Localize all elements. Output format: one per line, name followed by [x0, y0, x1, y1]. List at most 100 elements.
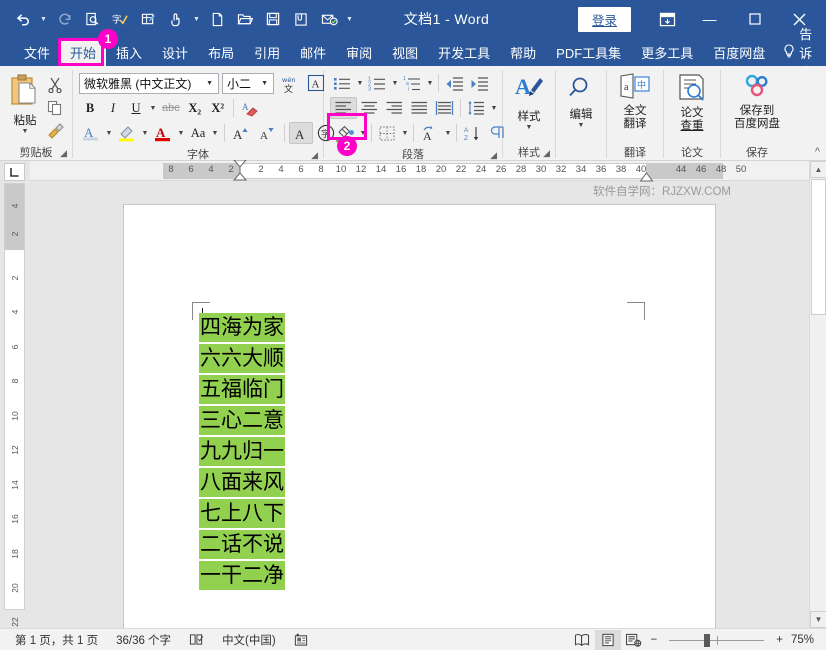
font-size-combo[interactable]: 小二 ▼ [222, 73, 274, 94]
tab-gengduogongju[interactable]: 更多工具 [631, 38, 703, 66]
accessibility-icon[interactable] [285, 633, 317, 647]
chevron-down-icon[interactable]: ▼ [256, 80, 273, 87]
strikethrough-button[interactable]: abc [159, 97, 183, 119]
asian-layout-icon[interactable]: A [417, 122, 443, 144]
text-line[interactable]: 六六大顺 [199, 348, 285, 369]
highlight-pen-icon[interactable] [115, 122, 139, 144]
highlight-pen-dropdown-icon[interactable]: ▼ [140, 130, 150, 137]
align-right-icon[interactable] [382, 97, 407, 119]
line-spacing-dropdown-icon[interactable]: ▼ [489, 105, 499, 112]
decrease-indent-icon[interactable] [442, 72, 467, 94]
shrink-font-icon[interactable]: A [255, 122, 280, 144]
tab-wenjian[interactable]: 文件 [14, 38, 60, 66]
underline-dropdown-icon[interactable]: ▼ [148, 105, 158, 112]
save-icon[interactable] [260, 6, 286, 32]
text-line[interactable]: 八面来风 [199, 472, 285, 493]
tab-buju[interactable]: 布局 [198, 38, 244, 66]
change-case-button[interactable]: Aa [187, 122, 209, 144]
cut-icon[interactable] [44, 74, 66, 96]
text-highlight-dropdown-icon[interactable]: ▼ [104, 130, 114, 137]
underline-button[interactable]: U [125, 97, 147, 119]
scrollbar-thumb[interactable] [811, 179, 826, 315]
zoom-in-button[interactable]: + [772, 634, 787, 646]
full-translate-button[interactable]: a 中 全文 翻译 [613, 71, 657, 131]
paste-dropdown-icon[interactable]: ▼ [20, 128, 30, 136]
open-icon[interactable] [232, 6, 258, 32]
thesis-check-button[interactable]: 论文 查重 [670, 71, 714, 131]
styles-dialog-launcher-icon[interactable]: ◢ [543, 148, 550, 159]
touch-mode-icon[interactable] [163, 6, 189, 32]
font-color-icon[interactable]: A [151, 122, 175, 144]
tab-sheji[interactable]: 设计 [152, 38, 198, 66]
chevron-down-icon[interactable]: ▼ [201, 80, 218, 87]
font-color-dropdown-icon[interactable]: ▼ [176, 130, 186, 137]
bullets-dropdown-icon[interactable]: ▼ [355, 80, 365, 87]
tab-kaifagongju[interactable]: 开发工具 [428, 38, 500, 66]
editing-dropdown-icon[interactable]: ▼ [576, 122, 586, 130]
superscript-button[interactable]: X² [207, 97, 229, 119]
text-line[interactable]: 五福临门 [199, 379, 285, 400]
scroll-down-icon[interactable]: ▼ [810, 611, 826, 628]
phonetic-guide-icon[interactable]: wén文 [277, 72, 301, 94]
view-read-mode-icon[interactable] [569, 630, 595, 650]
borders-dropdown-icon[interactable]: ▼ [400, 130, 410, 137]
font-dialog-launcher-icon[interactable]: ◢ [311, 150, 318, 161]
horizontal-ruler[interactable]: 8 6 4 2 2 4 6 8 10 12 14 16 18 20 22 24 … [30, 161, 809, 181]
align-left-icon[interactable] [330, 97, 357, 119]
multilevel-dropdown-icon[interactable]: ▼ [425, 80, 435, 87]
styles-button[interactable]: A 样式 ▼ [509, 71, 549, 139]
text-highlight-color-icon[interactable]: A [79, 122, 103, 144]
new-document-icon[interactable] [204, 6, 230, 32]
zoom-slider[interactable] [669, 633, 764, 647]
text-line[interactable]: 二话不说 [199, 534, 285, 555]
grow-font-icon[interactable]: A [229, 122, 254, 144]
clear-formatting-icon[interactable]: A [238, 97, 262, 119]
tab-stop-selector-button[interactable] [4, 163, 25, 181]
tab-shitu[interactable]: 视图 [382, 38, 428, 66]
bold-button[interactable]: B [79, 97, 101, 119]
clipboard-dialog-launcher-icon[interactable]: ◢ [60, 148, 67, 159]
character-shading-icon[interactable]: A [289, 122, 313, 144]
copy-icon[interactable] [44, 97, 66, 119]
ribbon-display-options-icon[interactable] [647, 0, 687, 38]
word-count[interactable]: 36/36 个字 [107, 632, 180, 648]
sort-icon[interactable]: AZ [460, 122, 485, 144]
styles-dropdown-icon[interactable]: ▼ [524, 124, 534, 132]
paste-button[interactable]: 粘贴 ▼ [6, 71, 44, 139]
paragraph-dialog-launcher-icon[interactable]: ◢ [490, 150, 497, 161]
document-text[interactable]: 四海为家 六六大顺 五福临门 三心二意 九九归一 八面来风 七上八下 二话不说 … [199, 317, 285, 596]
text-line[interactable]: 四海为家 [199, 317, 285, 338]
asian-layout-dropdown-icon[interactable]: ▼ [443, 130, 453, 137]
touch-mode-dropdown-icon[interactable]: ▼ [191, 6, 202, 32]
text-line[interactable]: 三心二意 [199, 410, 285, 431]
tab-youjian[interactable]: 邮件 [290, 38, 336, 66]
proofing-icon[interactable] [180, 633, 213, 646]
format-painter-icon[interactable] [44, 120, 66, 142]
line-spacing-icon[interactable] [464, 97, 489, 119]
editing-button[interactable]: 编辑 ▼ [562, 71, 600, 139]
italic-button[interactable]: I [102, 97, 124, 119]
zoom-slider-thumb[interactable] [704, 634, 710, 647]
text-line[interactable]: 九九归一 [199, 441, 285, 462]
distribute-icon[interactable] [432, 97, 457, 119]
scroll-up-icon[interactable]: ▲ [810, 161, 826, 178]
view-print-layout-icon[interactable] [595, 630, 621, 650]
signin-button[interactable]: 登录 [578, 7, 631, 32]
shading-dropdown-icon[interactable]: ▼ [358, 130, 368, 137]
change-case-dropdown-icon[interactable]: ▼ [210, 130, 220, 137]
borders-icon[interactable] [375, 122, 400, 144]
collapse-ribbon-button[interactable]: ^ [815, 146, 820, 158]
tab-baiduwangpan[interactable]: 百度网盘 [703, 38, 775, 66]
align-center-icon[interactable] [357, 97, 382, 119]
draw-table-icon[interactable] [135, 6, 161, 32]
numbering-icon[interactable]: 123 [365, 72, 390, 94]
vertical-ruler[interactable]: 4 2 2 4 6 8 10 12 14 16 18 20 22 [4, 183, 25, 610]
tab-yinyong[interactable]: 引用 [244, 38, 290, 66]
undo-icon[interactable] [10, 6, 36, 32]
minimize-button[interactable]: — [687, 0, 732, 38]
increase-indent-icon[interactable] [467, 72, 492, 94]
undo-dropdown-icon[interactable]: ▼ [38, 6, 49, 32]
page-count[interactable]: 第 1 页，共 1 页 [6, 632, 107, 648]
zoom-level[interactable]: 75% [787, 634, 820, 646]
zoom-out-button[interactable]: − [647, 634, 662, 646]
